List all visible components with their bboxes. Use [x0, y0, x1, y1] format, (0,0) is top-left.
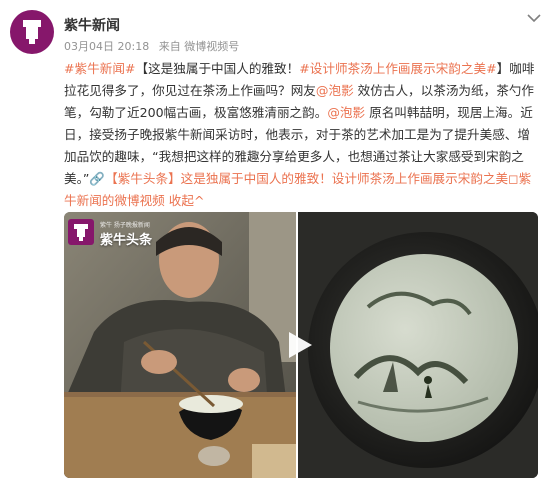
brand-watermark: 紫牛 扬子晚报新闻 紫牛头条 [68, 217, 152, 248]
teacup-logo-icon [23, 20, 41, 44]
brand-title: 紫牛头条 [100, 233, 153, 248]
mention-link[interactable]: @泡影 [316, 83, 354, 98]
author-avatar[interactable] [10, 10, 54, 54]
text-segment: 【这是独属于中国人的雅致！ [135, 61, 300, 76]
artist-scene-image [64, 212, 296, 478]
video-frame-artist: 紫牛 扬子晚报新闻 紫牛头条 [64, 212, 296, 478]
article-link[interactable]: 🔗【紫牛头条】这是独属于中国人的雅致！设计师茶汤上作画展示宋韵之美 [89, 171, 508, 186]
chevron-down-icon[interactable] [526, 12, 542, 24]
play-icon[interactable] [286, 330, 314, 360]
brand-logo-icon [68, 219, 94, 245]
video-frame-tea-painting [298, 212, 538, 478]
mention-link[interactable]: @泡影 [327, 105, 365, 120]
post-text: #紫牛新闻#【这是独属于中国人的雅致！#设计师茶汤上作画展示宋韵之美#】咖啡拉花… [64, 58, 542, 212]
post-date[interactable]: 03月04日 20:18 [64, 40, 149, 53]
weibo-post: 紫牛新闻 03月04日 20:18 来自 微博视频号 #紫牛新闻#【这是独属于中… [0, 0, 554, 492]
hashtag-link[interactable]: #设计师茶汤上作画展示宋韵之美# [299, 61, 496, 76]
brand-subtitle: 紫牛 扬子晚报新闻 [100, 222, 150, 229]
video-card[interactable]: 紫牛 扬子晚报新闻 紫牛头条 [64, 212, 538, 478]
post-source: 来自 微博视频号 [158, 40, 240, 53]
tea-painting-image [298, 212, 538, 478]
post-meta: 03月04日 20:18 来自 微博视频号 [64, 38, 245, 54]
author-name[interactable]: 紫牛新闻 [64, 15, 120, 35]
hashtag-link[interactable]: #紫牛新闻# [64, 61, 135, 76]
collapse-button[interactable]: 收起^ [169, 193, 205, 208]
